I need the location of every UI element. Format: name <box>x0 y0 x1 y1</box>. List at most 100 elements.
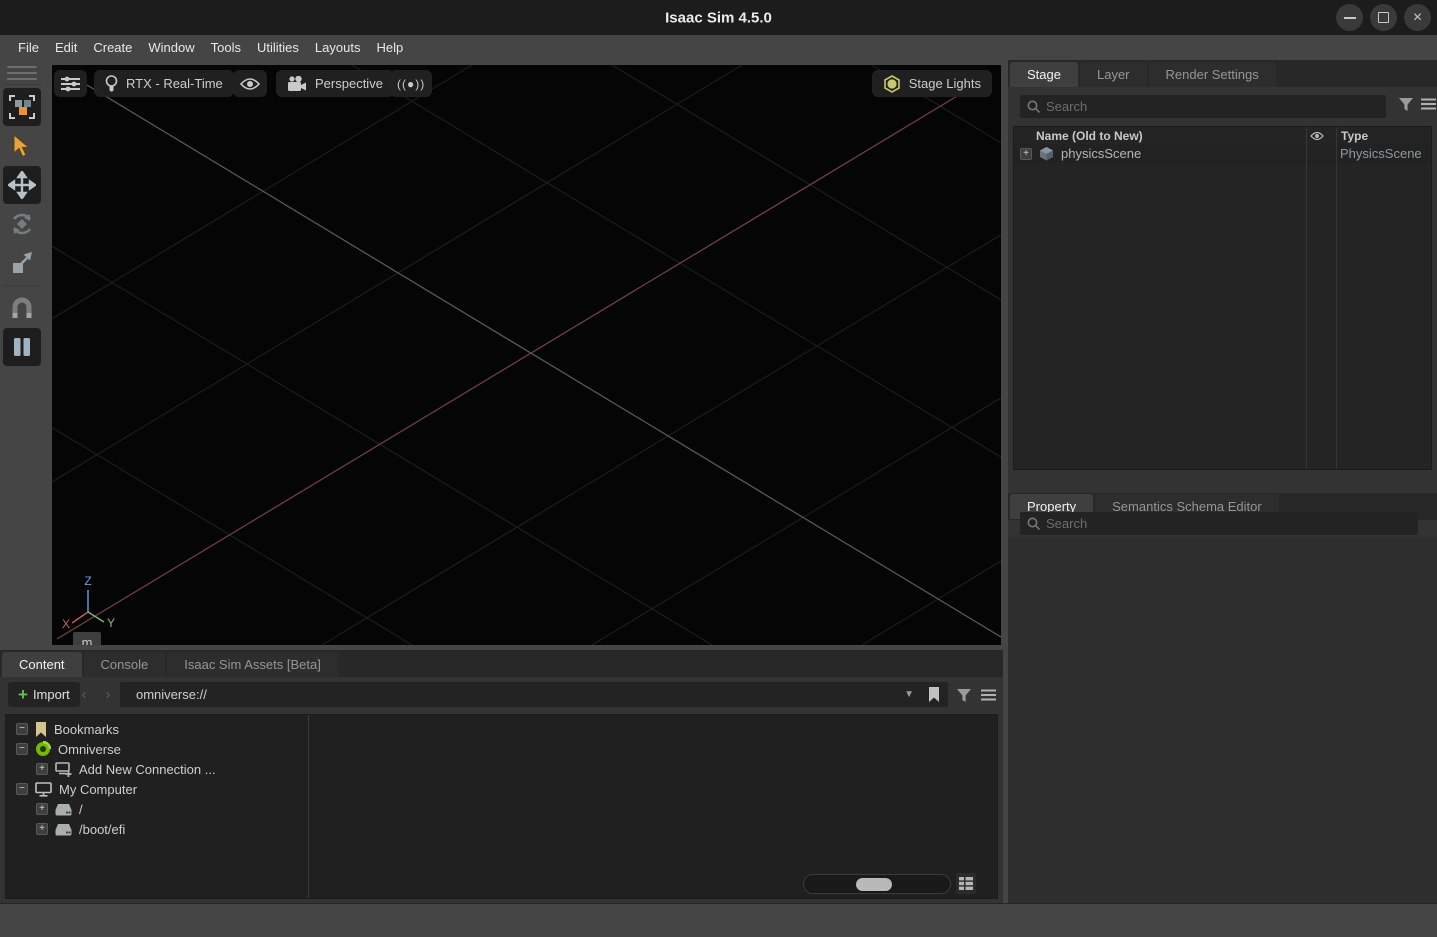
tree-item-omniverse[interactable]: − Omniverse <box>6 739 997 759</box>
menu-file[interactable]: File <box>10 40 47 55</box>
minimize-button[interactable] <box>1336 4 1363 31</box>
thumbnail-size-slider[interactable] <box>803 874 951 894</box>
tree-item-my-computer[interactable]: − My Computer <box>6 779 997 799</box>
add-connection-icon <box>55 762 72 777</box>
minimize-icon <box>1344 17 1356 19</box>
slider-handle[interactable] <box>856 878 892 891</box>
right-panel: Stage Layer Render Settings Name (Old to… <box>1008 60 1437 903</box>
search-icon <box>1027 517 1040 530</box>
close-button[interactable]: × <box>1404 4 1431 31</box>
settings-sliders-icon <box>61 76 80 92</box>
menu-bar: File Edit Create Window Tools Utilities … <box>0 35 1437 60</box>
drive-icon <box>55 803 72 816</box>
viewport-settings-button[interactable] <box>54 70 87 97</box>
tree-item-root-drive[interactable]: + / <box>6 799 997 819</box>
stage-lights-label: Stage Lights <box>909 76 981 91</box>
prim-type: PhysicsScene <box>1332 146 1422 161</box>
broadcast-icon: ((●)) <box>397 77 425 91</box>
tab-render-settings[interactable]: Render Settings <box>1149 62 1276 87</box>
eye-icon <box>240 77 260 91</box>
menu-tools[interactable]: Tools <box>203 40 249 55</box>
visibility-button[interactable] <box>233 70 267 97</box>
path-bar[interactable]: ▼ <box>120 682 948 707</box>
stage-row-physicsscene[interactable]: + physicsScene PhysicsScene <box>1014 144 1431 163</box>
maximize-button[interactable] <box>1370 4 1397 31</box>
move-tool-button[interactable] <box>3 166 41 204</box>
path-bookmark-icon[interactable] <box>928 687 940 702</box>
menu-hamburger-icon <box>1421 98 1436 110</box>
property-search-input[interactable] <box>1046 516 1411 531</box>
rotate-arrows-icon <box>9 211 35 237</box>
expand-plus-icon[interactable]: + <box>36 823 48 835</box>
menu-help[interactable]: Help <box>368 40 411 55</box>
camera-button[interactable]: Perspective <box>276 70 394 97</box>
property-search[interactable] <box>1020 512 1418 535</box>
tree-item-boot-efi-drive[interactable]: + /boot/efi <box>6 819 997 839</box>
axis-unit-label: m <box>82 635 93 645</box>
expand-plus-icon[interactable]: + <box>1020 148 1032 160</box>
tab-isaac-sim-assets[interactable]: Isaac Sim Assets [Beta] <box>167 652 338 677</box>
tree-item-label: / <box>79 802 83 817</box>
snap-tool-button[interactable] <box>3 289 41 327</box>
scale-tool-button[interactable] <box>3 244 41 282</box>
menu-create[interactable]: Create <box>85 40 140 55</box>
tree-item-bookmarks[interactable]: − Bookmarks <box>6 719 997 739</box>
select-tool-button[interactable] <box>3 127 41 165</box>
path-dropdown-arrow-icon[interactable]: ▼ <box>890 689 928 700</box>
collapse-minus-icon[interactable]: − <box>16 743 28 755</box>
move-cross-icon <box>8 171 36 199</box>
tree-item-label: My Computer <box>59 782 137 797</box>
plus-icon: + <box>18 686 28 703</box>
toolbar-separator <box>3 285 41 286</box>
bookmark-icon <box>35 722 47 737</box>
tab-stage[interactable]: Stage <box>1010 62 1078 87</box>
column-name[interactable]: Name (Old to New) <box>1036 129 1301 143</box>
rotate-tool-button[interactable] <box>3 205 41 243</box>
tab-layer[interactable]: Layer <box>1080 62 1147 87</box>
window-title: Isaac Sim 4.5.0 <box>665 9 772 26</box>
stage-tree: Name (Old to New) Type + physicsScene <box>1013 126 1432 470</box>
omniverse-logo-icon <box>35 741 51 757</box>
stage-options-button[interactable] <box>1419 95 1437 113</box>
axis-gizmo: Z X Y m <box>58 570 128 645</box>
menu-edit[interactable]: Edit <box>47 40 85 55</box>
browser-splitter[interactable] <box>308 715 309 898</box>
column-type[interactable]: Type <box>1332 129 1368 143</box>
axis-z-label: Z <box>84 574 91 588</box>
menu-window[interactable]: Window <box>140 40 202 55</box>
scale-arrow-icon <box>9 250 35 276</box>
stage-lights-button[interactable]: Stage Lights <box>872 70 992 97</box>
column-divider[interactable] <box>1306 127 1307 469</box>
drive-icon <box>55 823 72 836</box>
path-input[interactable] <box>136 687 890 702</box>
stage-filter-button[interactable] <box>1397 95 1415 113</box>
stage-search-input[interactable] <box>1046 99 1379 114</box>
content-filter-button[interactable] <box>955 686 973 704</box>
property-body <box>1008 538 1437 903</box>
x-axis-line <box>57 75 992 639</box>
view-mode-button[interactable] <box>956 873 976 894</box>
column-divider[interactable] <box>1336 127 1337 469</box>
toolbar-grip-handle[interactable] <box>7 66 37 80</box>
forward-button[interactable]: › <box>97 682 119 707</box>
tab-content[interactable]: Content <box>2 652 82 677</box>
prim-cube-icon <box>1039 146 1054 161</box>
collapse-minus-icon[interactable]: − <box>16 723 28 735</box>
stage-search[interactable] <box>1020 95 1386 118</box>
broadcast-button[interactable]: ((●)) <box>390 70 432 97</box>
menu-layouts[interactable]: Layouts <box>307 40 369 55</box>
status-bar <box>0 903 1437 937</box>
collapse-minus-icon[interactable]: − <box>16 783 28 795</box>
tab-console[interactable]: Console <box>84 652 166 677</box>
pause-button[interactable] <box>3 328 41 366</box>
menu-utilities[interactable]: Utilities <box>249 40 307 55</box>
import-button[interactable]: + Import <box>8 682 80 707</box>
renderer-button[interactable]: RTX - Real-Time <box>94 70 234 97</box>
tree-item-add-new-connection[interactable]: + Add New Connection ... <box>6 759 997 779</box>
back-button[interactable]: ‹ <box>73 682 95 707</box>
selection-mode-button[interactable] <box>3 88 41 126</box>
expand-plus-icon[interactable]: + <box>36 763 48 775</box>
viewport-3d[interactable]: RTX - Real-Time Perspective ((●)) Stage … <box>52 65 1001 645</box>
expand-plus-icon[interactable]: + <box>36 803 48 815</box>
content-options-button[interactable] <box>979 686 997 704</box>
